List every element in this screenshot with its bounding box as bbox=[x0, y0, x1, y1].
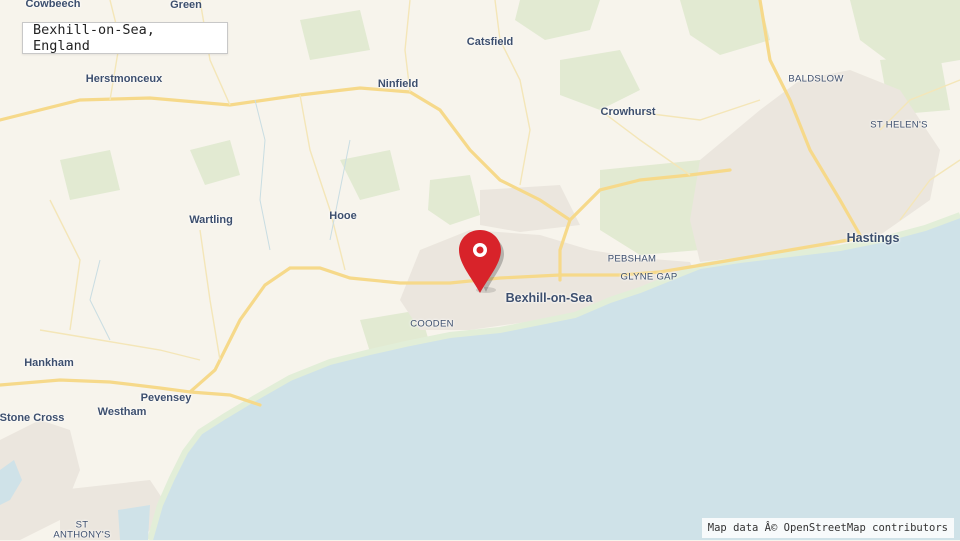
label-bexhill: Bexhill-on-Sea bbox=[505, 291, 593, 305]
label-green: Green bbox=[170, 0, 202, 11]
label-stone-cross: Stone Cross bbox=[0, 412, 65, 424]
label-st-helens: ST HELEN'S bbox=[870, 119, 928, 131]
label-baldslow: BALDSLOW bbox=[788, 73, 844, 85]
label-wartling: Wartling bbox=[189, 214, 233, 226]
label-herstmonceux: Herstmonceux bbox=[85, 73, 163, 85]
label-cowbeech: Cowbeech bbox=[25, 0, 81, 10]
location-search-text: Bexhill-on-Sea, England bbox=[33, 22, 155, 54]
label-ninfield: Ninfield bbox=[377, 78, 419, 90]
label-crowhurst: Crowhurst bbox=[600, 106, 656, 118]
map-attribution: Map data Â© OpenStreetMap contributors bbox=[701, 518, 954, 538]
label-cooden: COODEN bbox=[410, 318, 454, 330]
label-hankham: Hankham bbox=[24, 357, 74, 369]
label-pebsham: PEBSHAM bbox=[607, 253, 657, 265]
label-westham: Westham bbox=[97, 406, 147, 418]
label-hooe: Hooe bbox=[329, 210, 357, 222]
label-st-anthonys-line2: ANTHONY'S bbox=[53, 529, 111, 541]
label-catsfield: Catsfield bbox=[466, 36, 514, 48]
label-glyne-gap: GLYNE GAP bbox=[620, 271, 678, 283]
location-search-box[interactable]: Bexhill-on-Sea, England bbox=[22, 22, 228, 54]
label-pevensey: Pevensey bbox=[140, 392, 192, 404]
pin-dot-center bbox=[476, 246, 484, 254]
label-hastings: Hastings bbox=[846, 231, 900, 245]
